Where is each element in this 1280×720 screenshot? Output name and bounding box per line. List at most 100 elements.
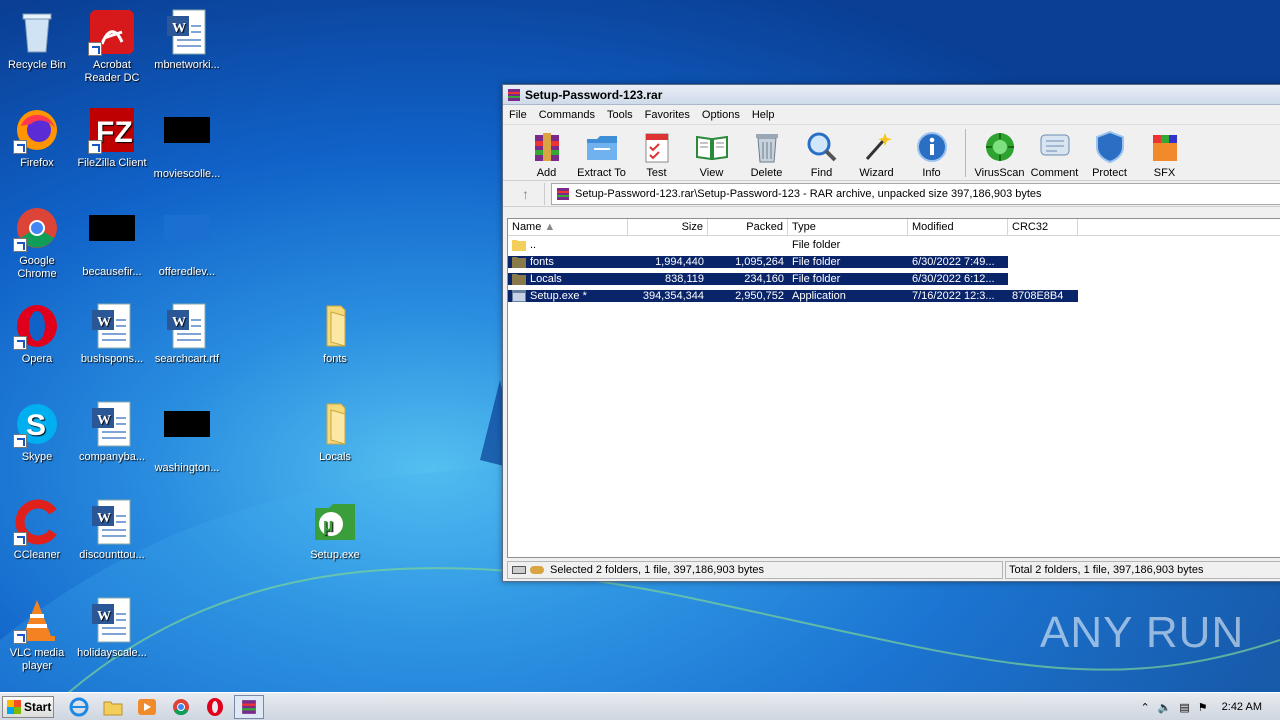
list-item[interactable]: Locals 838,119 234,160 File folder 6/30/…	[508, 270, 1280, 287]
clock[interactable]: 2:42 AM	[1222, 701, 1262, 713]
menu-commands[interactable]: Commands	[533, 109, 601, 121]
desktop-icon-label: FileZilla Client	[77, 157, 147, 169]
test-button[interactable]: Test	[629, 127, 684, 179]
media-player-icon[interactable]	[136, 697, 158, 717]
view-button[interactable]: View	[684, 127, 739, 179]
menu-options[interactable]: Options	[696, 109, 746, 121]
desktop-icon-vlc[interactable]: VLC media player	[0, 596, 74, 673]
desktop-icon-moviescollection[interactable]: moviescolle...	[150, 106, 224, 181]
modified-cell: 6/30/2022 7:49...	[908, 255, 1008, 268]
desktop-icon-firefox[interactable]: Firefox	[0, 106, 74, 170]
path-field[interactable]: Setup-Password-123.rar\Setup-Password-12…	[551, 182, 1280, 205]
desktop-icon-mbnetwork[interactable]: W mbnetworki...	[150, 8, 224, 72]
svg-text:W: W	[97, 609, 111, 624]
desktop-icon-setup-exe[interactable]: µ Setup.exe	[298, 498, 372, 562]
action-center-flag-icon[interactable]: ⚑	[1198, 701, 1208, 714]
desktop-icon-label: discounttou...	[79, 549, 145, 561]
desktop-icon-acrobat[interactable]: Acrobat Reader DC	[75, 8, 149, 85]
column-size[interactable]: Size	[628, 219, 708, 235]
menu-tools[interactable]: Tools	[601, 109, 639, 121]
column-modified[interactable]: Modified	[908, 219, 1008, 235]
internet-explorer-icon[interactable]	[68, 697, 90, 717]
winrar-window[interactable]: Setup-Password-123.rar File Commands Too…	[502, 84, 1280, 582]
desktop-icon-discounttou[interactable]: W discounttou...	[75, 498, 149, 562]
title-bar[interactable]: Setup-Password-123.rar	[503, 85, 1280, 105]
view-icon	[694, 129, 730, 165]
desktop-icon-label: moviescolle...	[153, 168, 221, 180]
type-cell: File folder	[788, 272, 908, 285]
folder-icon	[512, 273, 526, 285]
word-document-icon: W	[88, 400, 136, 448]
sfx-label: SFX	[1153, 167, 1176, 179]
desktop-icon-holidayscale[interactable]: W holidayscale...	[75, 596, 149, 660]
desktop-icon-opera[interactable]: Opera	[0, 302, 74, 366]
sfx-button[interactable]: SFX	[1137, 127, 1192, 179]
opera-taskbar-icon[interactable]	[204, 697, 226, 717]
folder-icon	[512, 256, 526, 268]
file-list[interactable]: Name ▲ Size Packed Type Modified CRC32 .…	[507, 218, 1280, 558]
menu-file[interactable]: File	[503, 109, 533, 121]
desktop-icon-ccleaner[interactable]: CCleaner	[0, 498, 74, 562]
desktop-icon-companyba[interactable]: W companyba...	[75, 400, 149, 464]
desktop-icon-label: Google Chrome	[17, 255, 57, 280]
explorer-icon[interactable]	[102, 697, 124, 717]
add-icon	[529, 129, 565, 165]
desktop-icon-bushspons[interactable]: W bushspons...	[75, 302, 149, 366]
volume-icon[interactable]: 🔈	[1158, 701, 1172, 714]
show-hidden-icons-icon[interactable]: ⌃	[1140, 701, 1149, 714]
desktop-icon-becausefir[interactable]: becausefir...	[75, 204, 149, 279]
list-item[interactable]: fonts 1,994,440 1,095,264 File folder 6/…	[508, 253, 1280, 270]
delete-label: Delete	[750, 167, 783, 179]
size-cell: 394,354,344	[628, 289, 708, 302]
protect-button[interactable]: Protect	[1082, 127, 1137, 179]
parent-folder-icon	[512, 239, 526, 251]
comment-icon	[1037, 129, 1073, 165]
delete-icon	[749, 129, 785, 165]
desktop-icon-recycle-bin[interactable]: Recycle Bin	[0, 8, 74, 72]
chrome-taskbar-icon[interactable]	[170, 697, 192, 717]
comment-label: Comment	[1030, 167, 1079, 179]
desktop-icon-label: VLC media player	[9, 647, 65, 672]
system-tray: ⌃ 🔈 ▤ ⚑ 2:42 AM	[1140, 693, 1280, 720]
column-packed[interactable]: Packed	[708, 219, 788, 235]
winrar-taskbar-button[interactable]	[234, 695, 264, 719]
protect-label: Protect	[1092, 167, 1127, 179]
delete-button[interactable]: Delete	[739, 127, 794, 179]
blue-file-icon	[163, 215, 211, 263]
desktop-icon-skype[interactable]: S Skype	[0, 400, 74, 464]
network-icon[interactable]: ▤	[1179, 701, 1189, 714]
desktop-icon-locals[interactable]: Locals	[298, 400, 372, 464]
column-type[interactable]: Type	[788, 219, 908, 235]
up-one-level-button[interactable]: ↑	[507, 182, 545, 205]
desktop-icon-washington[interactable]: washington...	[150, 400, 224, 475]
svg-text:W: W	[97, 511, 111, 526]
wizard-button[interactable]: Wizard	[849, 127, 904, 179]
crc-cell: 8708E8B4	[1008, 289, 1078, 302]
winrar-taskbar-icon	[242, 700, 256, 714]
list-item[interactable]: Setup.exe * 394,354,344 2,950,752 Applic…	[508, 287, 1280, 304]
type-cell: File folder	[788, 255, 908, 268]
winrar-icon	[508, 88, 520, 101]
info-button[interactable]: Info	[904, 127, 959, 179]
column-crc32[interactable]: CRC32	[1008, 219, 1078, 235]
virusscan-button[interactable]: VirusScan	[972, 127, 1027, 179]
black-file-icon	[163, 411, 211, 459]
menu-favorites[interactable]: Favorites	[639, 109, 696, 121]
word-document-icon: W	[88, 302, 136, 350]
find-button[interactable]: Find	[794, 127, 849, 179]
desktop-icon-filezilla[interactable]: FZ FileZilla Client	[75, 106, 149, 170]
desktop-icon-chrome[interactable]: Google Chrome	[0, 204, 74, 281]
application-icon	[512, 289, 526, 302]
desktop-icon-label: Recycle Bin	[7, 59, 67, 71]
ccleaner-icon	[13, 498, 61, 546]
desktop-icon-fonts[interactable]: fonts	[298, 302, 372, 366]
start-button[interactable]: Start	[2, 696, 54, 718]
add-button[interactable]: Add	[519, 127, 574, 179]
desktop-icon-searchcart[interactable]: W searchcart.rtf	[150, 302, 224, 366]
extract-to-button[interactable]: Extract To	[574, 127, 629, 179]
comment-button[interactable]: Comment	[1027, 127, 1082, 179]
desktop-icon-offeredlev[interactable]: offeredlev...	[150, 204, 224, 279]
menu-help[interactable]: Help	[746, 109, 781, 121]
list-item[interactable]: .. File folder	[508, 236, 1280, 253]
column-name[interactable]: Name ▲	[508, 219, 628, 235]
